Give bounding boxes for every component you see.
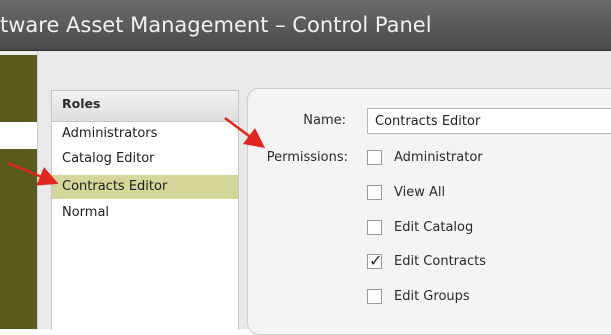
arrow-to-permissions — [224, 117, 265, 148]
arrow-to-selected-role — [7, 161, 59, 186]
annotation-arrows — [7, 117, 265, 186]
